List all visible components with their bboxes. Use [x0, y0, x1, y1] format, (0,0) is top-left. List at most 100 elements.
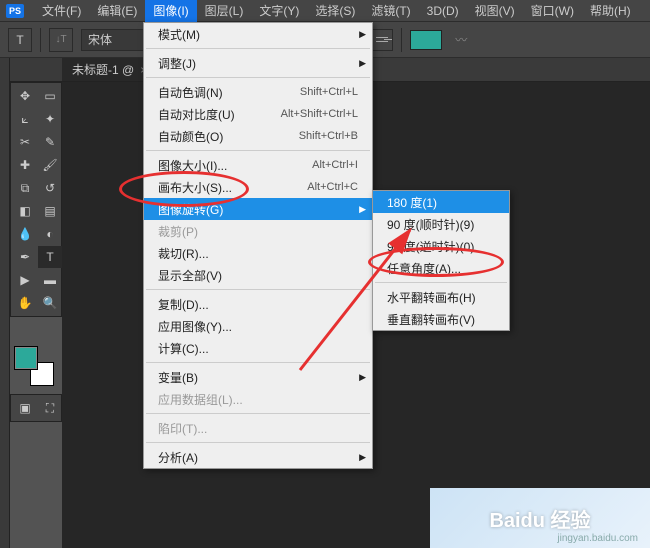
blur-tool-icon[interactable]: 💧	[13, 223, 37, 245]
submenu-item[interactable]: 任意角度(A)...	[373, 257, 509, 279]
menu-separator	[146, 442, 370, 443]
menu-file[interactable]: 文件(F)	[34, 0, 89, 22]
type-tool-icon[interactable]: T	[38, 246, 62, 268]
menu-select[interactable]: 选择(S)	[307, 0, 363, 22]
warp-text-icon[interactable]: 〰	[450, 29, 472, 51]
submenu-item[interactable]: 180 度(1)	[373, 191, 509, 213]
menu-item: 应用数据组(L)...	[144, 388, 372, 410]
font-family-label: 宋体	[88, 31, 112, 48]
document-tab-title: 未标题-1 @	[72, 61, 134, 78]
menu-item-label: 图像大小(I)...	[158, 157, 312, 174]
menu-item[interactable]: 自动颜色(O)Shift+Ctrl+B	[144, 125, 372, 147]
submenu-arrow-icon: ▶	[359, 29, 366, 40]
menu-item-label: 复制(D)...	[158, 296, 358, 313]
menu-help[interactable]: 帮助(H)	[582, 0, 639, 22]
shape-tool-icon[interactable]: ▬	[38, 269, 62, 291]
menu-item-shortcut: Alt+Shift+Ctrl+L	[281, 108, 358, 120]
text-color-swatch[interactable]	[410, 30, 442, 50]
menu-separator	[146, 289, 370, 290]
hand-tool-icon[interactable]: ✋	[13, 292, 37, 314]
pen-tool-icon[interactable]: ✒	[13, 246, 37, 268]
menu-item-label: 调整(J)	[158, 55, 358, 72]
app-icon: PS	[6, 4, 24, 18]
menu-item[interactable]: 变量(B)▶	[144, 366, 372, 388]
heal-tool-icon[interactable]: ✚	[13, 154, 37, 176]
submenu-item[interactable]: 水平翻转画布(H)	[373, 286, 509, 308]
move-tool-icon[interactable]: ✥	[13, 85, 37, 107]
menu-separator	[146, 413, 370, 414]
marquee-tool-icon[interactable]: ▭	[38, 85, 62, 107]
menu-separator	[146, 362, 370, 363]
menu-item[interactable]: 模式(M)▶	[144, 23, 372, 45]
menu-view[interactable]: 视图(V)	[467, 0, 523, 22]
gradient-tool-icon[interactable]: ▤	[38, 200, 62, 222]
menu-item[interactable]: 图像大小(I)...Alt+Ctrl+I	[144, 154, 372, 176]
orientation-icon[interactable]: ↓T	[49, 28, 73, 52]
menu-item-label: 图像旋转(G)	[158, 201, 358, 218]
separator	[401, 28, 402, 52]
magic-wand-tool-icon[interactable]: ✦	[38, 108, 62, 130]
eraser-tool-icon[interactable]: ◧	[13, 200, 37, 222]
menu-item-label: 变量(B)	[158, 369, 358, 386]
menu-separator	[375, 282, 507, 283]
menu-item-label: 应用图像(Y)...	[158, 318, 358, 335]
menu-item[interactable]: 计算(C)...	[144, 337, 372, 359]
menu-item[interactable]: 自动对比度(U)Alt+Shift+Ctrl+L	[144, 103, 372, 125]
zoom-tool-icon[interactable]: 🔍	[38, 292, 62, 314]
watermark: Baidu 经验 jingyan.baidu.com	[430, 488, 650, 548]
submenu-arrow-icon: ▶	[359, 372, 366, 383]
menu-separator	[146, 48, 370, 49]
quickmask-icon[interactable]: ▣	[13, 397, 37, 419]
menu-filter[interactable]: 滤镜(T)	[363, 0, 418, 22]
eyedropper-tool-icon[interactable]: ✎	[38, 131, 62, 153]
screenmode-icon[interactable]: ⛶	[38, 397, 62, 419]
menu-item-label: 分析(A)	[158, 449, 358, 466]
menu-item-label: 自动颜色(O)	[158, 128, 299, 145]
menu-item-label: 自动对比度(U)	[158, 106, 281, 123]
type-tool-icon[interactable]: T	[8, 28, 32, 52]
menu-window[interactable]: 窗口(W)	[523, 0, 582, 22]
menu-image[interactable]: 图像(I)	[145, 0, 196, 22]
submenu-item[interactable]: 垂直翻转画布(V)	[373, 308, 509, 330]
menu-item[interactable]: 图像旋转(G)▶	[144, 198, 372, 220]
foreground-color-swatch[interactable]	[14, 346, 38, 370]
crop-tool-icon[interactable]: ✂	[13, 131, 37, 153]
submenu-item[interactable]: 90 度(顺时针)(9)	[373, 213, 509, 235]
rotate-submenu: 180 度(1)90 度(顺时针)(9)90 度(逆时针)(0)任意角度(A).…	[372, 190, 510, 331]
menu-layer[interactable]: 图层(L)	[197, 0, 252, 22]
menu-item[interactable]: 调整(J)▶	[144, 52, 372, 74]
align-right-button[interactable]	[371, 29, 393, 51]
menu-type[interactable]: 文字(Y)	[251, 0, 307, 22]
menu-item-label: 裁切(R)...	[158, 245, 358, 262]
menu-item[interactable]: 复制(D)...	[144, 293, 372, 315]
menubar: PS 文件(F) 编辑(E) 图像(I) 图层(L) 文字(Y) 选择(S) 滤…	[0, 0, 650, 22]
brush-tool-icon[interactable]: 🖌	[38, 154, 62, 176]
submenu-arrow-icon: ▶	[359, 58, 366, 69]
menu-item-label: 计算(C)...	[158, 340, 358, 357]
menu-edit[interactable]: 编辑(E)	[89, 0, 145, 22]
dodge-tool-icon[interactable]: ◐	[38, 223, 62, 245]
submenu-item[interactable]: 90 度(逆时针)(0)	[373, 235, 509, 257]
history-brush-tool-icon[interactable]: ↺	[38, 177, 62, 199]
menu-separator	[146, 150, 370, 151]
toolbox-footer: ▣ ⛶	[10, 394, 62, 422]
menu-item-label: 裁剪(P)	[158, 223, 358, 240]
left-panel-strip	[0, 58, 10, 548]
watermark-logo: Baidu 经验	[489, 504, 590, 533]
menu-item[interactable]: 裁切(R)...	[144, 242, 372, 264]
menu-item[interactable]: 画布大小(S)...Alt+Ctrl+C	[144, 176, 372, 198]
menu-item-shortcut: Shift+Ctrl+L	[300, 86, 358, 98]
path-select-tool-icon[interactable]: ▶	[13, 269, 37, 291]
stamp-tool-icon[interactable]: ⧉	[13, 177, 37, 199]
menu-item-label: 画布大小(S)...	[158, 179, 307, 196]
menu-item[interactable]: 自动色调(N)Shift+Ctrl+L	[144, 81, 372, 103]
menu-item[interactable]: 应用图像(Y)...	[144, 315, 372, 337]
menu-item-shortcut: Alt+Ctrl+C	[307, 181, 358, 193]
menu-item[interactable]: 显示全部(V)	[144, 264, 372, 286]
menu-item[interactable]: 分析(A)▶	[144, 446, 372, 468]
menu-3d[interactable]: 3D(D)	[419, 0, 467, 22]
submenu-item-label: 水平翻转画布(H)	[387, 289, 495, 306]
image-menu-dropdown: 模式(M)▶调整(J)▶自动色调(N)Shift+Ctrl+L自动对比度(U)A…	[143, 22, 373, 469]
menu-item-shortcut: Alt+Ctrl+I	[312, 159, 358, 171]
lasso-tool-icon[interactable]: ⟀	[13, 108, 37, 130]
